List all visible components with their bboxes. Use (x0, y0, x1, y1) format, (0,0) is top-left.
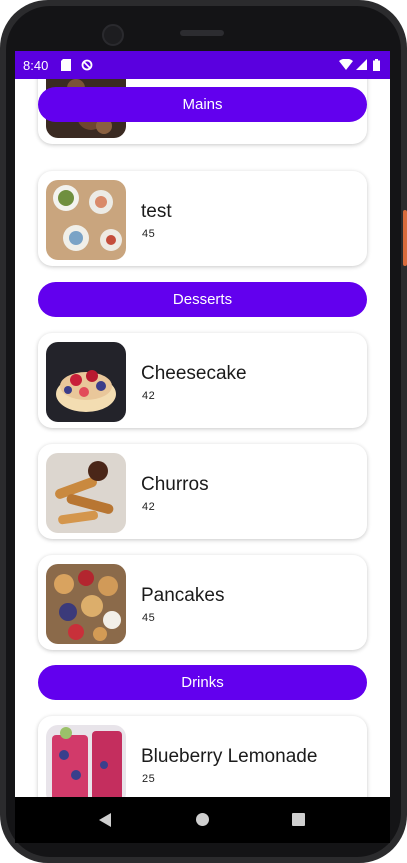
battery-icon (373, 59, 380, 74)
list-item[interactable]: Blueberry Lemonade 25 (38, 716, 367, 797)
side-button (403, 210, 407, 266)
recents-icon[interactable] (292, 813, 305, 826)
item-value: 45 (142, 228, 156, 240)
item-value: 25 (142, 773, 156, 785)
section-header-mains[interactable]: Mains (38, 87, 367, 122)
signal-icon (356, 59, 367, 73)
item-value: 45 (142, 612, 156, 624)
section-header-drinks[interactable]: Drinks (38, 665, 367, 700)
item-title: Blueberry Lemonade (141, 746, 318, 767)
screen: 8:40 Mains test 45 Desserts Cheesecake 4… (15, 51, 390, 797)
item-title: Churros (141, 474, 209, 495)
status-bar: 8:40 (15, 51, 390, 79)
list-item[interactable]: test 45 (38, 171, 367, 266)
item-title: Pancakes (141, 585, 225, 606)
navigation-bar (15, 797, 390, 843)
drink-image (46, 725, 126, 797)
item-title: Cheesecake (141, 363, 247, 384)
speaker-grille (180, 30, 224, 36)
food-image (46, 564, 126, 644)
wifi-icon (339, 58, 353, 73)
section-header-desserts[interactable]: Desserts (38, 282, 367, 317)
item-value: 42 (142, 501, 156, 513)
item-title: test (141, 201, 172, 222)
item-value: 42 (142, 390, 156, 402)
home-icon[interactable] (196, 813, 209, 826)
food-image (46, 180, 126, 260)
list-item[interactable]: Cheesecake 42 (38, 333, 367, 428)
sync-icon (81, 59, 93, 74)
back-icon[interactable] (99, 813, 111, 827)
list-item[interactable]: Churros 42 (38, 444, 367, 539)
list-item[interactable]: Pancakes 45 (38, 555, 367, 650)
food-image (46, 342, 126, 422)
sd-card-icon (61, 59, 71, 74)
status-time: 8:40 (23, 58, 49, 73)
food-image (46, 453, 126, 533)
menu-list[interactable]: 30 Mains test 45 Desserts (15, 79, 390, 797)
camera-icon (102, 24, 124, 46)
